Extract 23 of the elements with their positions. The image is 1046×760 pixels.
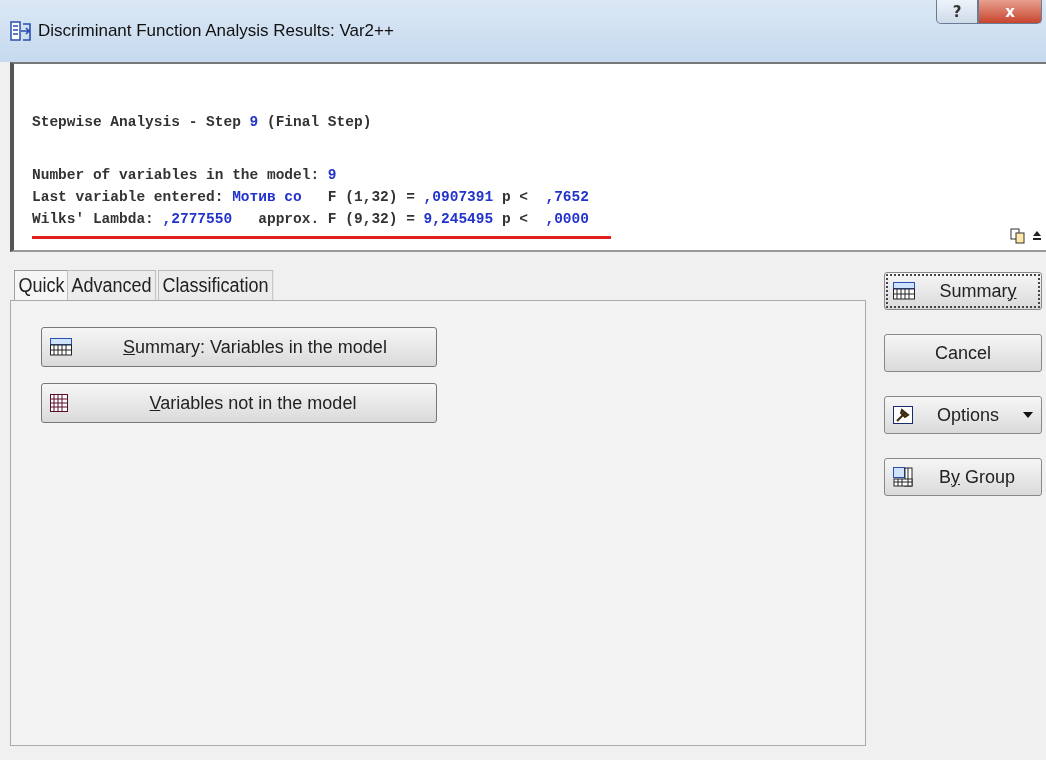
tab[interactable]: Classification bbox=[158, 270, 274, 300]
tab[interactable]: Advanced bbox=[67, 270, 157, 300]
table-icon bbox=[893, 467, 913, 487]
panel-button[interactable]: Variables not in the model bbox=[41, 383, 437, 423]
app-icon bbox=[10, 20, 32, 42]
side-button[interactable]: Options bbox=[884, 396, 1042, 434]
side-button[interactable]: By Group bbox=[884, 458, 1042, 496]
panel-button[interactable]: Summary: Variables in the model bbox=[41, 327, 437, 367]
output-heading: Stepwise Analysis - Step 9 (Final Step) bbox=[32, 113, 373, 132]
grid-icon bbox=[50, 394, 68, 412]
copy-icon[interactable] bbox=[1010, 228, 1026, 244]
side-button[interactable]: Cancel bbox=[884, 334, 1042, 372]
side-button[interactable]: Summary bbox=[884, 272, 1042, 310]
table-icon bbox=[893, 282, 915, 300]
output-line: Number of variables in the model: 9 bbox=[32, 166, 338, 185]
output-line: Wilks' Lambda: ,2777550 approx. F (9,32) = 9,245495 p < ,0000 bbox=[32, 210, 589, 229]
table-icon bbox=[50, 338, 72, 356]
hammer-icon bbox=[893, 406, 913, 424]
scroll-up-icon[interactable] bbox=[1032, 230, 1042, 242]
output-line: Last variable entered: Мотив со F (1,32) = ,0907391 p < ,7652 bbox=[32, 188, 589, 207]
help-button[interactable]: ? bbox=[936, 0, 978, 24]
window-title: Discriminant Function Analysis Results: Var2++ bbox=[38, 21, 394, 41]
tab[interactable]: Quick bbox=[14, 270, 69, 300]
